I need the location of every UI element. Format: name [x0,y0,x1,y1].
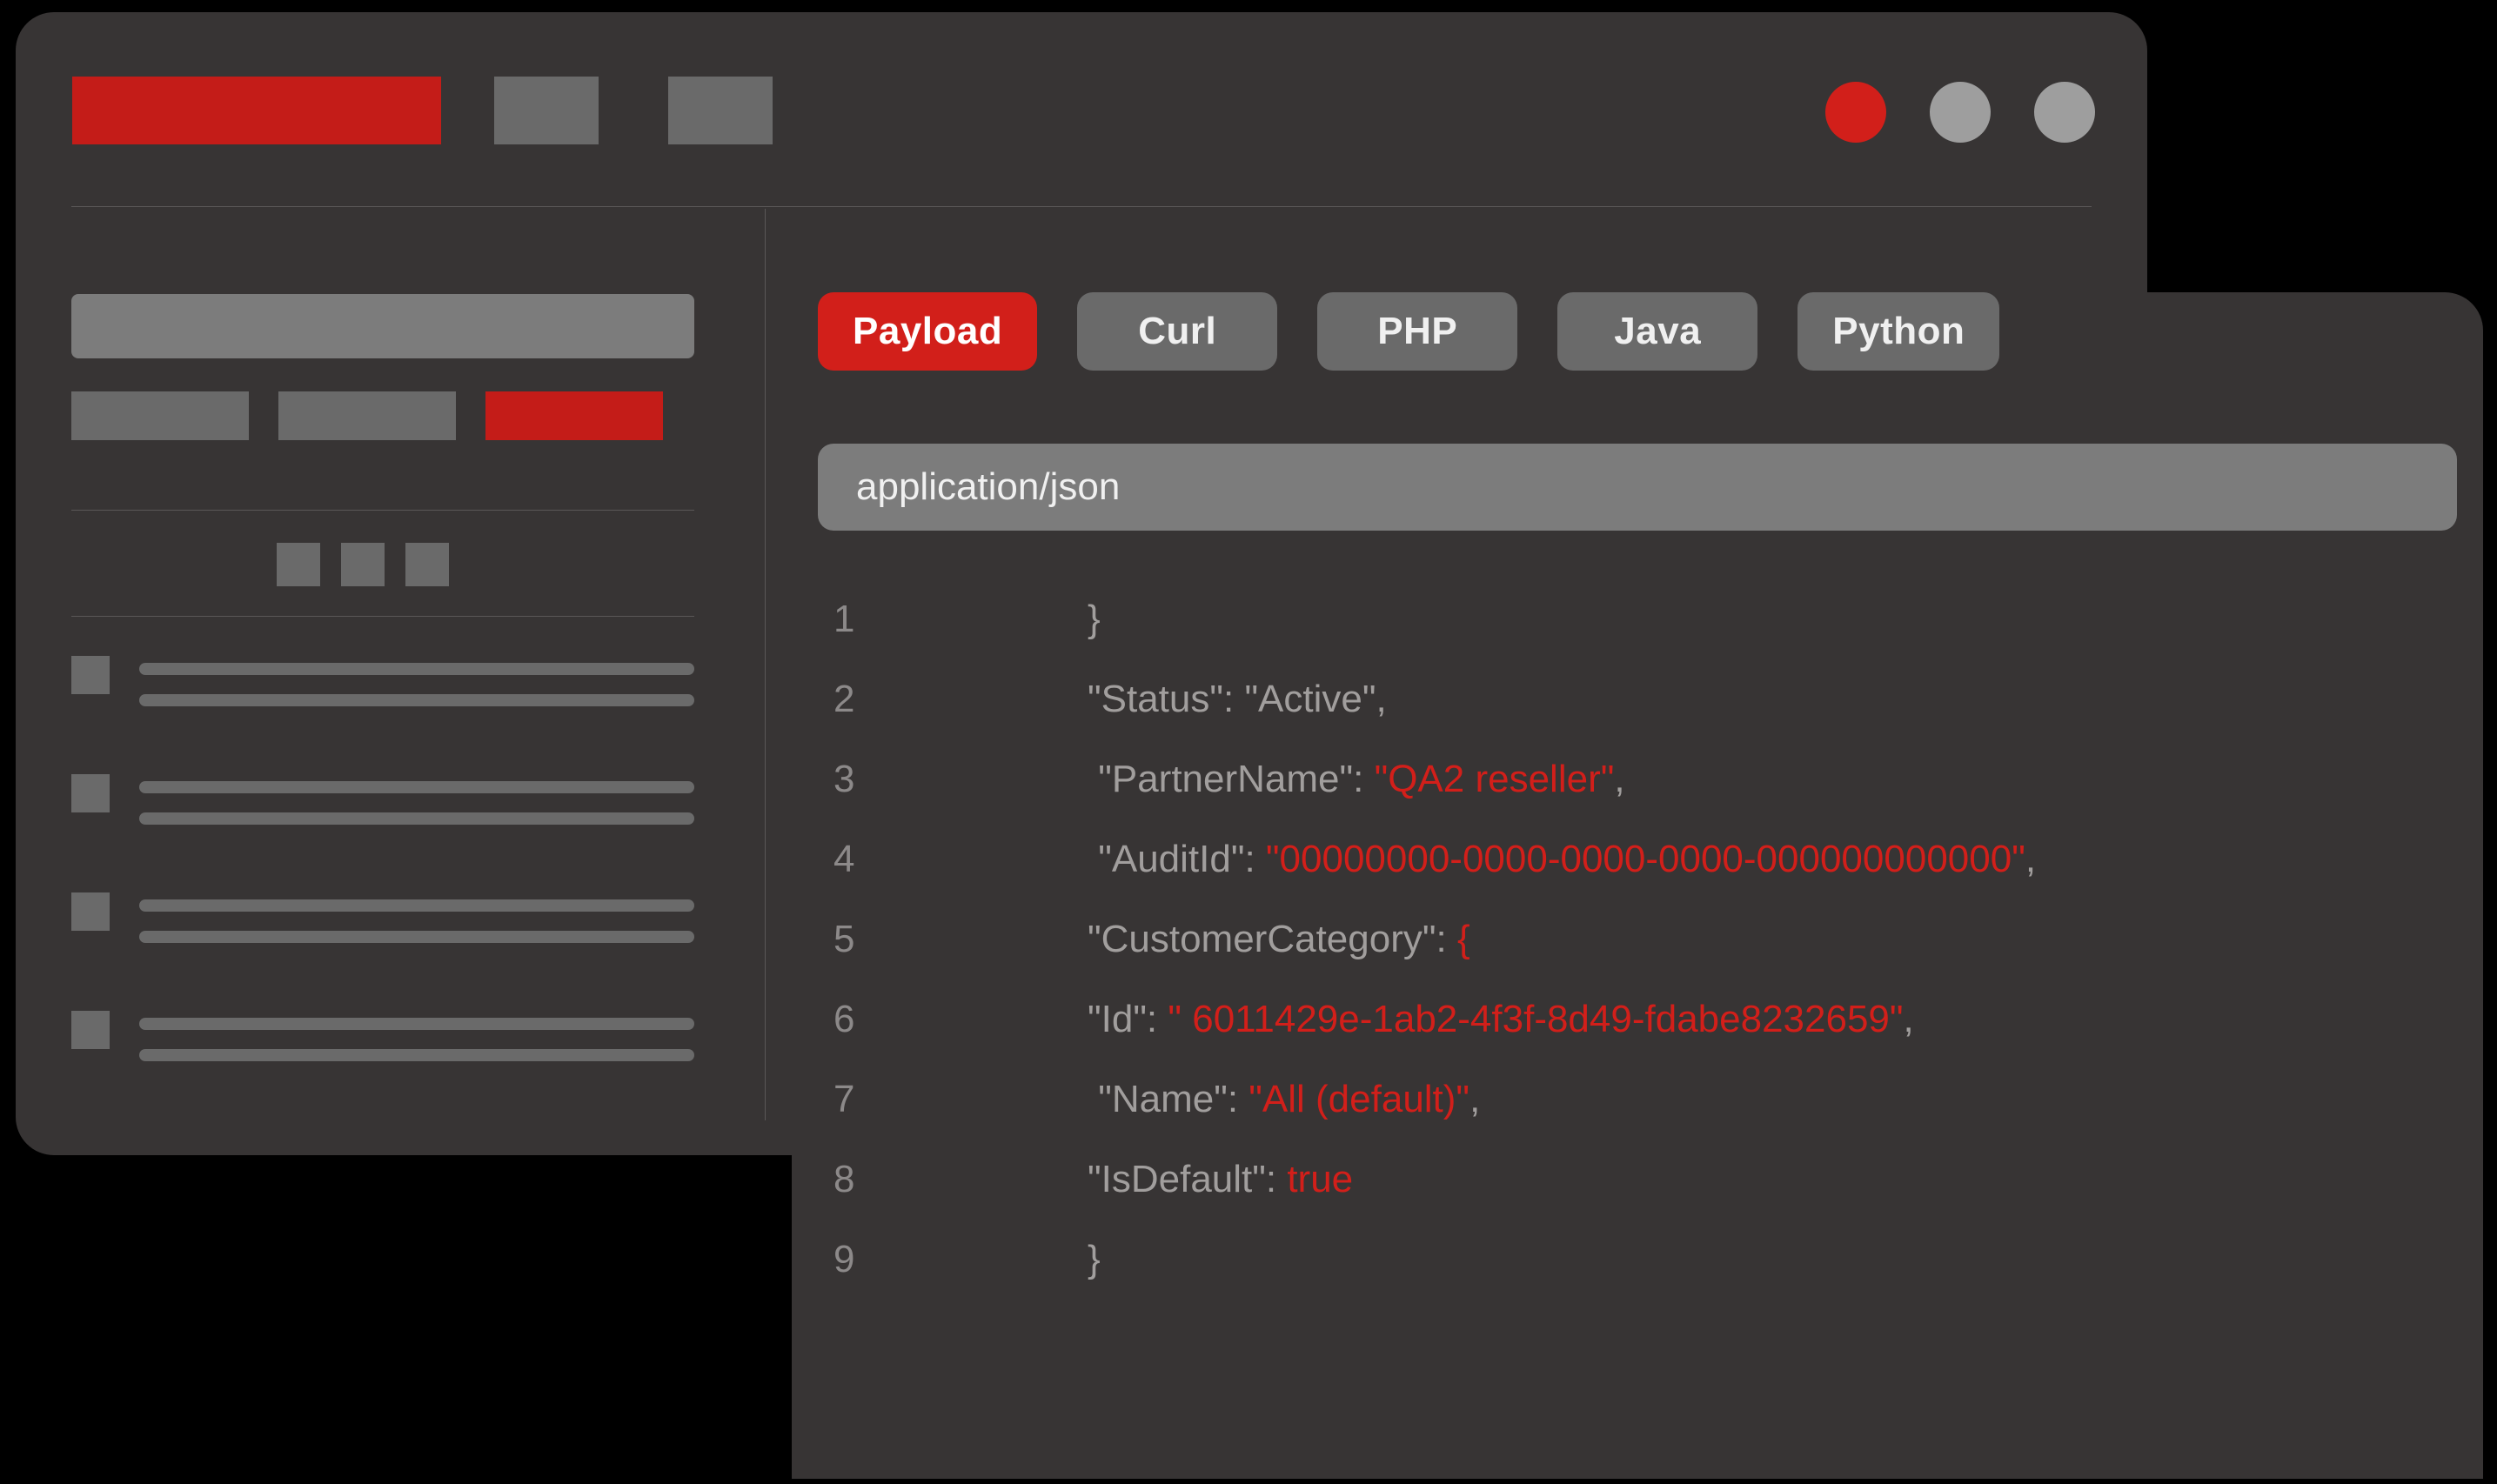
code-line: 4 "AuditId": "00000000-0000-0000-0000-00… [818,819,2457,899]
sidebar-item-line [139,931,694,943]
content-type-label: application/json [856,465,1120,509]
sidebar-item[interactable] [71,762,694,858]
language-tabs: Payload Curl PHP Java Python [818,292,1999,371]
sidebar-item-line [139,1049,694,1061]
code-content: } [931,598,1101,641]
code-content: "PartnerName": "QA2 reseller", [931,758,1625,801]
line-number: 9 [818,1238,931,1281]
line-number: 2 [818,678,931,721]
titlebar-divider [71,206,2092,207]
sidebar-item-line [139,899,694,912]
tab-payload[interactable]: Payload [818,292,1037,371]
sidebar-toggle-group [277,543,449,586]
line-number: 4 [818,838,931,881]
sidebar-chip-active[interactable] [485,391,663,440]
code-line: 3 "PartnerName": "QA2 reseller", [818,739,2457,819]
line-number: 3 [818,758,931,801]
tab-java[interactable]: Java [1557,292,1757,371]
tab-php[interactable]: PHP [1317,292,1517,371]
checkbox-icon[interactable] [71,1011,110,1049]
code-content: "AuditId": "00000000-0000-0000-0000-0000… [931,838,2036,881]
line-number: 1 [818,598,931,641]
sidebar-divider [765,209,766,1120]
code-content: "Status": "Active", [931,678,1387,721]
sidebar-item-line [139,812,694,825]
window-controls [1825,82,2095,143]
code-content: "CustomerCategory": { [931,918,1470,961]
titlebar-block [668,77,773,144]
code-line: 6"Id": " 6011429e-1ab2-4f3f-8d49-fdabe82… [818,979,2457,1060]
titlebar-accent-block [72,77,441,144]
content-type-bar: application/json [818,444,2457,531]
code-panel: Payload Curl PHP Java Python application… [792,292,2483,1479]
code-content: } [931,1238,1101,1281]
sidebar-toggle[interactable] [341,543,385,586]
code-line: 9} [818,1220,2457,1300]
sidebar-hr [71,510,694,511]
sidebar-toggle[interactable] [277,543,320,586]
sidebar-item-line [139,781,694,793]
sidebar-chips [71,391,663,440]
titlebar-block [494,77,599,144]
line-number: 5 [818,918,931,961]
line-number: 8 [818,1158,931,1201]
line-number: 6 [818,998,931,1041]
code-area: 1}2"Status": "Active",3 "PartnerName": "… [818,579,2457,1453]
sidebar-item-line [139,694,694,706]
code-line: 1} [818,579,2457,659]
code-content: "Id": " 6011429e-1ab2-4f3f-8d49-fdabe823… [931,998,1914,1041]
titlebar [16,12,2147,186]
sidebar-item-line [139,1018,694,1030]
code-line: 8"IsDefault": true [818,1140,2457,1220]
sidebar-chip[interactable] [278,391,456,440]
line-number: 7 [818,1078,931,1121]
code-content: "IsDefault": true [931,1158,1353,1201]
sidebar-item-line [139,663,694,675]
checkbox-icon[interactable] [71,892,110,931]
sidebar-item[interactable] [71,880,694,976]
code-content: "Name": "All (default)", [931,1078,1480,1121]
tab-python[interactable]: Python [1797,292,1999,371]
tab-curl[interactable]: Curl [1077,292,1277,371]
window-control-close-icon[interactable] [1825,82,1886,143]
code-line: 5"CustomerCategory": { [818,899,2457,979]
sidebar-item[interactable] [71,644,694,739]
sidebar-item[interactable] [71,999,694,1094]
sidebar-toggle[interactable] [405,543,449,586]
search-input[interactable] [71,294,694,358]
sidebar-hr [71,616,694,617]
window-control-min-icon[interactable] [1930,82,1991,143]
checkbox-icon[interactable] [71,774,110,812]
checkbox-icon[interactable] [71,656,110,694]
window-control-max-icon[interactable] [2034,82,2095,143]
sidebar-chip[interactable] [71,391,249,440]
code-line: 2"Status": "Active", [818,659,2457,739]
sidebar [16,209,766,1155]
code-line: 7 "Name": "All (default)", [818,1060,2457,1140]
